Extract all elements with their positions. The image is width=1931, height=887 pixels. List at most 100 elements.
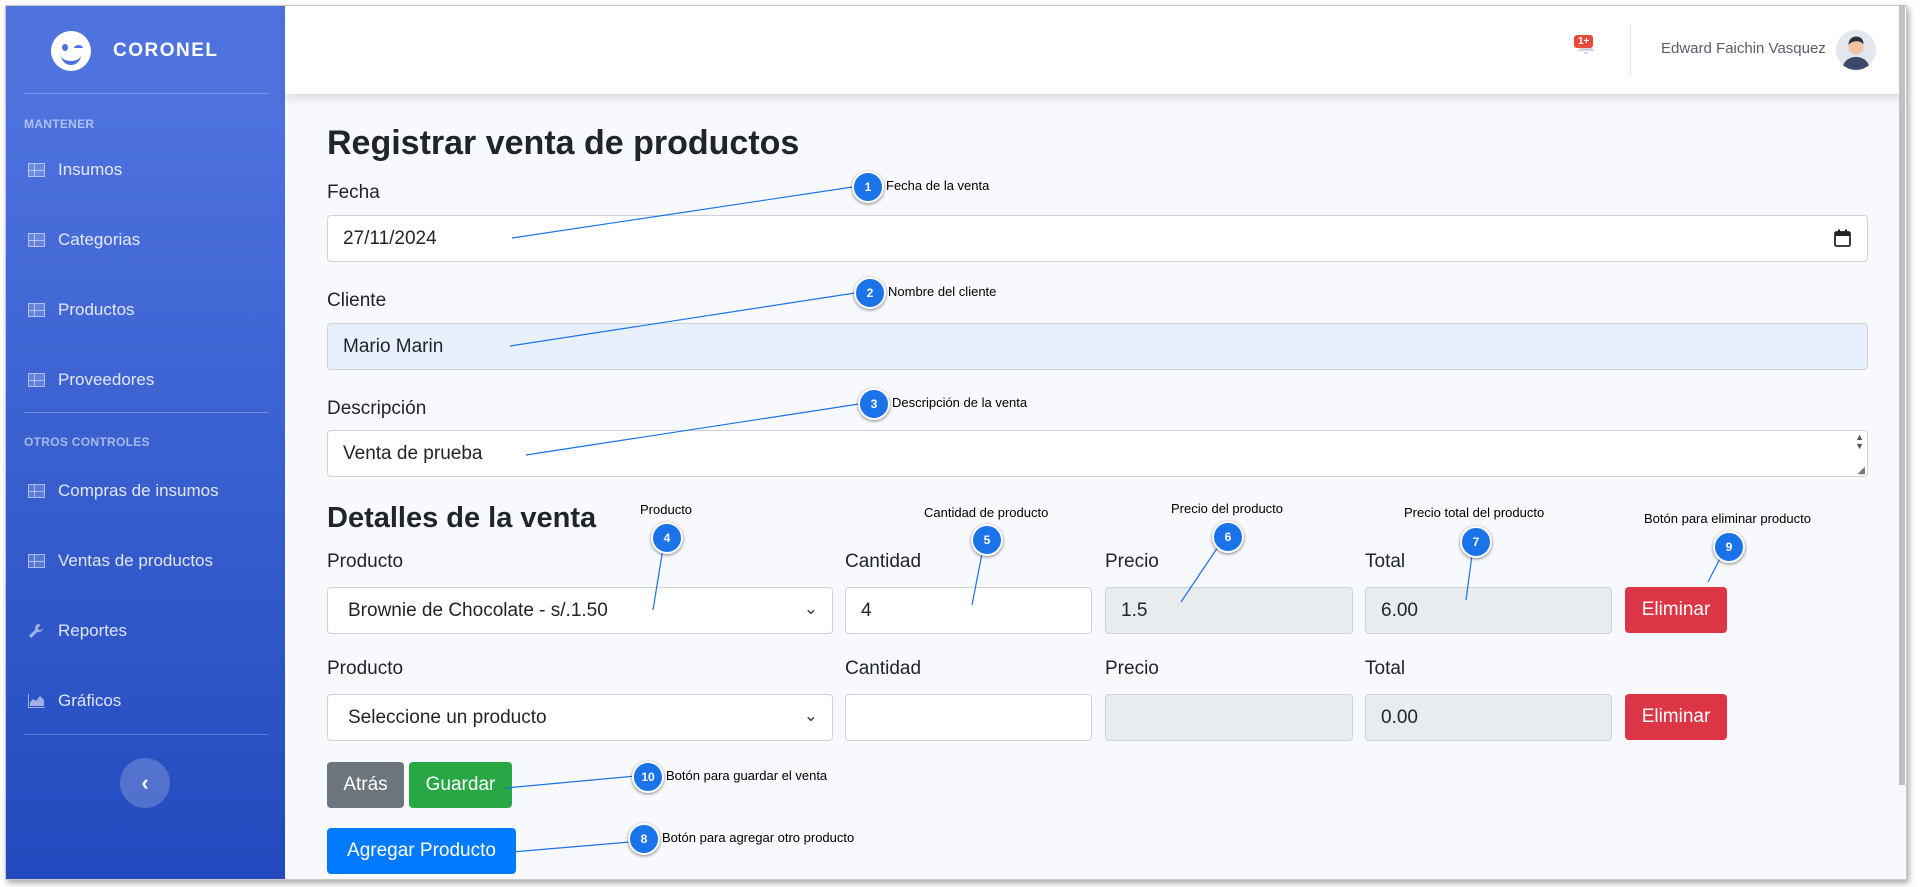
descripcion-label: Descripción (327, 398, 427, 419)
total-value: 0.00 (1381, 706, 1418, 728)
add-product-button[interactable]: Agregar Producto (327, 828, 516, 874)
details-title: Detalles de la venta (327, 502, 597, 534)
calendar-icon[interactable] (1834, 229, 1851, 253)
sidebar-heading-other: OTROS CONTROLES (24, 435, 150, 449)
sidebar-heading-maintain: MANTENER (24, 117, 95, 131)
eliminar-button[interactable]: Eliminar (1625, 694, 1727, 740)
annotation-marker-4: 4 (651, 522, 683, 554)
annotation-marker-3: 3 (858, 388, 890, 420)
annotation-marker-10: 10 (632, 761, 664, 793)
producto-value: Brownie de Chocolate - s/.1.50 (348, 599, 608, 621)
window-scrollbar[interactable] (1899, 5, 1905, 785)
avatar[interactable] (1836, 30, 1876, 70)
wrench-icon (26, 623, 46, 639)
sidebar-item-ventas-productos[interactable]: Ventas de productos (26, 551, 213, 571)
sidebar-divider (24, 93, 269, 94)
eliminar-button[interactable]: Eliminar (1625, 587, 1727, 633)
table-icon (26, 233, 46, 247)
annotation-note-4: Producto (640, 502, 693, 517)
sidebar-item-label: Gráficos (58, 691, 122, 710)
annotation-note-3: Descripción de la venta (892, 395, 1028, 410)
total-label: Total (1365, 551, 1406, 572)
topbar: 1+ Edward Faichin Vasquez (285, 6, 1906, 94)
annotation-marker-7: 7 (1460, 526, 1492, 558)
textarea-spin-icon[interactable]: ▲ ▼ (1855, 433, 1864, 451)
precio-label: Precio (1105, 658, 1159, 679)
table-icon (26, 163, 46, 177)
total-input[interactable]: 0.00 (1365, 694, 1612, 741)
sidebar-item-label: Reportes (58, 621, 127, 640)
annotation-note-9: Botón para eliminar producto (1644, 511, 1811, 526)
annotation-note-10: Botón para guardar el venta (666, 768, 828, 783)
cantidad-label: Cantidad (845, 658, 922, 679)
resize-handle-icon[interactable]: ◢ (1857, 465, 1865, 476)
descripcion-value: Venta de prueba (343, 442, 483, 464)
sidebar-item-label: Insumos (58, 160, 123, 179)
annotation-marker-1: 1 (852, 171, 884, 203)
precio-input[interactable]: 1.5 (1105, 587, 1353, 634)
annotation-marker-8: 8 (628, 823, 660, 855)
sidebar-item-label: Ventas de productos (58, 551, 214, 570)
save-button[interactable]: Guardar (409, 762, 512, 808)
cantidad-label: Cantidad (845, 551, 922, 572)
sidebar-item-compras-insumos[interactable]: Compras de insumos (26, 481, 219, 501)
annotation-marker-9: 9 (1713, 531, 1745, 563)
annotation-note-7: Precio total del producto (1404, 505, 1545, 520)
chevron-down-icon: ⌄ (803, 706, 818, 725)
annotation-note-6: Precio del producto (1171, 501, 1284, 516)
cliente-input[interactable]: Mario Marin (327, 323, 1868, 370)
annotation-marker-2: 2 (854, 277, 886, 309)
chart-area-icon (26, 694, 46, 708)
sidebar-item-proveedores[interactable]: Proveedores (26, 370, 154, 390)
precio-value: 1.5 (1121, 599, 1148, 621)
sidebar-toggle-button[interactable]: ‹ (120, 758, 170, 808)
annotation-note-5: Cantidad de producto (924, 505, 1049, 520)
sidebar-item-reportes[interactable]: Reportes (26, 621, 127, 641)
brand[interactable]: CORONEL (51, 28, 219, 73)
alert-count-badge: 1+ (1574, 35, 1594, 48)
chevron-down-icon: ⌄ (803, 599, 818, 618)
sidebar-item-insumos[interactable]: Insumos (26, 160, 122, 180)
fecha-date-input[interactable]: 27/11/2024 (327, 215, 1868, 262)
table-icon (26, 303, 46, 317)
cantidad-input[interactable]: 4 (845, 587, 1092, 634)
annotation-note-8: Botón para agregar otro producto (662, 830, 855, 845)
sidebar-item-productos[interactable]: Productos (26, 300, 135, 320)
total-value: 6.00 (1381, 599, 1418, 621)
back-button[interactable]: Atrás (327, 762, 404, 808)
total-label: Total (1365, 658, 1406, 679)
producto-label: Producto (327, 658, 404, 679)
sidebar-divider (24, 734, 269, 735)
user-name[interactable]: Edward Faichin Vasquez (1661, 40, 1826, 57)
table-icon (26, 554, 46, 568)
sidebar-item-graficos[interactable]: Gráficos (26, 691, 121, 711)
table-icon (26, 373, 46, 387)
annotation-marker-6: 6 (1212, 521, 1244, 553)
cliente-label: Cliente (327, 290, 387, 311)
annotation-marker-5: 5 (971, 524, 1003, 556)
topbar-divider (1630, 24, 1631, 76)
sidebar-item-categorias[interactable]: Categorias (26, 230, 140, 250)
chevron-left-icon: ‹ (141, 770, 149, 795)
total-input[interactable]: 6.00 (1365, 587, 1612, 634)
descripcion-textarea[interactable]: Venta de prueba ▲ ▼ ◢ (327, 430, 1868, 477)
sidebar-divider (24, 412, 269, 413)
cantidad-value: 4 (861, 599, 872, 621)
fecha-label: Fecha (327, 182, 380, 203)
wink-face-logo-icon (51, 30, 91, 71)
annotation-note-2: Nombre del cliente (888, 284, 997, 299)
sidebar-item-label: Productos (58, 300, 135, 319)
fecha-value: 27/11/2024 (343, 227, 437, 249)
sidebar: CORONEL MANTENER Insumos Categorias Prod… (6, 6, 285, 879)
sidebar-item-label: Compras de insumos (58, 481, 219, 500)
producto-label: Producto (327, 551, 404, 572)
precio-input[interactable] (1105, 694, 1353, 741)
sidebar-item-label: Proveedores (58, 370, 155, 389)
producto-select[interactable]: Brownie de Chocolate - s/.1.50 ⌄ (327, 587, 833, 634)
cantidad-input[interactable] (845, 694, 1092, 741)
sidebar-item-label: Categorias (58, 230, 141, 249)
main-content: Registrar venta de productos Fecha 27/11… (285, 94, 1906, 879)
app-window: CORONEL MANTENER Insumos Categorias Prod… (5, 5, 1907, 880)
annotation-note-1: Fecha de la venta (886, 178, 990, 193)
producto-select[interactable]: Seleccione un producto ⌄ (327, 694, 833, 741)
